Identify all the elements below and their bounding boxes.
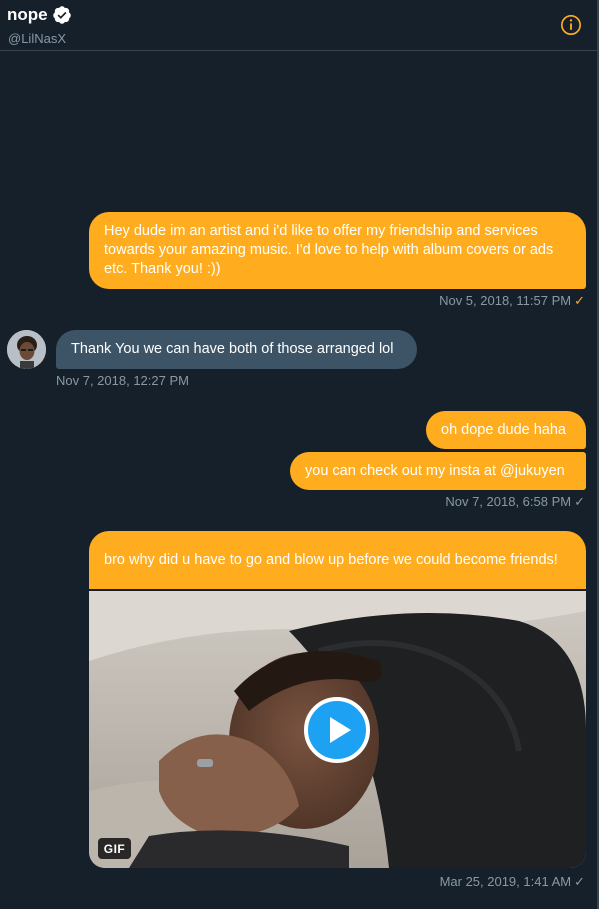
play-button[interactable] (304, 697, 370, 763)
message-text: Thank You we can have both of those arra… (71, 341, 394, 357)
conversation-handle: @LilNasX (8, 31, 66, 46)
conversation-header: nope @LilNasX (0, 0, 599, 51)
message-text: you can check out my insta at @jukuyen (305, 462, 565, 479)
info-icon[interactable] (560, 14, 582, 36)
read-check-icon: ✓ (574, 293, 585, 308)
message-text: bro why did u have to go and blow up bef… (104, 551, 558, 568)
conversation-name[interactable]: nope (7, 5, 48, 25)
message-bubble-sent[interactable]: you can check out my insta at @jukuyen (290, 452, 586, 490)
sent-check-icon: ✓ (574, 874, 585, 889)
message-bubble-sent[interactable]: bro why did u have to go and blow up bef… (89, 531, 586, 589)
message-timestamp: Nov 5, 2018, 11:57 PM ✓ (439, 293, 585, 308)
message-text: oh dope dude haha (441, 421, 566, 438)
message-timestamp: Nov 7, 2018, 6:58 PM ✓ (445, 494, 585, 509)
message-bubble-sent[interactable]: oh dope dude haha (426, 411, 586, 449)
message-timestamp: Nov 7, 2018, 12:27 PM (56, 373, 189, 388)
message-bubble-sent[interactable]: Hey dude im an artist and i'd like to of… (89, 212, 586, 289)
sent-check-icon: ✓ (574, 494, 585, 509)
header-name-row: nope (7, 5, 72, 25)
message-text: Hey dude im an artist and i'd like to of… (104, 223, 554, 277)
message-bubble-received[interactable]: Thank You we can have both of those arra… (56, 330, 417, 369)
avatar-image (7, 330, 46, 369)
verified-badge-icon (52, 6, 71, 24)
avatar[interactable] (7, 330, 46, 369)
message-timestamp: Mar 25, 2019, 1:41 AM ✓ (439, 874, 585, 889)
gif-badge: GIF (98, 838, 131, 859)
